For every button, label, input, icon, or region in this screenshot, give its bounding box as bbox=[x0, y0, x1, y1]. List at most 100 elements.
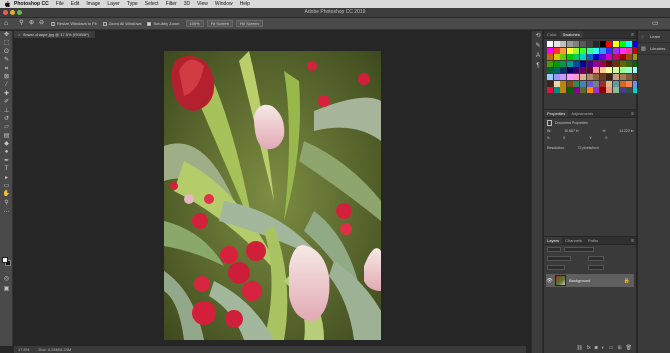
brush-settings-icon[interactable]: ✎ bbox=[532, 41, 544, 51]
hand-tool-icon[interactable]: ✋ bbox=[0, 190, 13, 198]
dock-learn[interactable]: ◌ Learn bbox=[638, 31, 670, 43]
tab-paths[interactable]: Paths bbox=[585, 237, 601, 244]
zoom-all-windows-checkbox[interactable]: Zoom All Windows bbox=[102, 21, 141, 26]
color-swatch[interactable] bbox=[553, 67, 560, 74]
color-swatch[interactable] bbox=[593, 47, 600, 54]
color-swatch[interactable] bbox=[547, 60, 553, 67]
color-swatch[interactable] bbox=[619, 47, 626, 54]
color-swatch[interactable] bbox=[560, 41, 567, 47]
color-swatch[interactable] bbox=[586, 87, 593, 94]
color-swatch[interactable] bbox=[586, 73, 593, 80]
color-swatch[interactable] bbox=[593, 73, 600, 80]
pen-tool-icon[interactable]: ✒ bbox=[0, 157, 13, 165]
crop-tool-icon[interactable]: ⌗ bbox=[0, 65, 13, 73]
color-swatch[interactable] bbox=[619, 80, 626, 87]
eraser-tool-icon[interactable]: ▱ bbox=[0, 123, 13, 131]
apple-icon[interactable] bbox=[4, 1, 10, 7]
menu-type[interactable]: Type bbox=[127, 0, 138, 8]
color-swatch[interactable] bbox=[599, 80, 606, 87]
color-swatch[interactable] bbox=[612, 60, 619, 67]
color-swatch[interactable] bbox=[553, 60, 560, 67]
color-swatch[interactable] bbox=[566, 87, 573, 94]
color-swatch[interactable] bbox=[553, 73, 560, 80]
panel-menu-icon[interactable]: ≡ bbox=[631, 31, 634, 39]
screen-mode-icon[interactable]: ▣ bbox=[0, 285, 13, 293]
y-field[interactable]: Y: 0 bbox=[589, 136, 619, 140]
color-swatch[interactable] bbox=[606, 47, 613, 54]
tab-color[interactable]: Color bbox=[544, 31, 560, 38]
color-swatch[interactable] bbox=[619, 87, 626, 94]
menu-photoshop[interactable]: Photoshop CC bbox=[14, 0, 49, 8]
panel-menu-icon[interactable]: ≡ bbox=[631, 237, 634, 245]
color-swatch[interactable] bbox=[606, 73, 613, 80]
color-swatch[interactable] bbox=[566, 80, 573, 87]
color-swatch[interactable] bbox=[566, 60, 573, 67]
color-swatch[interactable] bbox=[547, 41, 553, 47]
zoom-tool-icon[interactable]: ⚲ bbox=[18, 20, 25, 27]
menu-image[interactable]: Image bbox=[86, 0, 100, 8]
color-swatch[interactable] bbox=[626, 54, 633, 61]
home-icon[interactable]: ⌂ bbox=[4, 20, 12, 28]
color-swatch[interactable] bbox=[612, 54, 619, 61]
color-swatch[interactable] bbox=[586, 54, 593, 61]
color-swatch[interactable] bbox=[612, 87, 619, 94]
adjustment-layer-icon[interactable]: ◐ bbox=[602, 345, 605, 352]
tab-channels[interactable]: Channels bbox=[562, 237, 585, 244]
healing-brush-tool-icon[interactable]: ✚ bbox=[0, 90, 13, 98]
menu-file[interactable]: File bbox=[56, 0, 64, 8]
color-swatch[interactable] bbox=[579, 54, 586, 61]
tab-layers[interactable]: Layers bbox=[544, 237, 563, 244]
color-swatch[interactable] bbox=[619, 73, 626, 80]
menu-help[interactable]: Help bbox=[240, 0, 250, 8]
color-swatch[interactable] bbox=[586, 67, 593, 74]
color-swatch[interactable] bbox=[619, 54, 626, 61]
color-swatch[interactable] bbox=[579, 73, 586, 80]
color-swatch[interactable] bbox=[566, 67, 573, 74]
color-swatch[interactable] bbox=[619, 67, 626, 74]
color-swatch[interactable] bbox=[553, 47, 560, 54]
color-swatch[interactable] bbox=[560, 60, 567, 67]
color-swatch[interactable] bbox=[579, 67, 586, 74]
color-swatch[interactable] bbox=[599, 73, 606, 80]
color-swatch[interactable] bbox=[626, 60, 633, 67]
path-selection-tool-icon[interactable]: ▸ bbox=[0, 174, 13, 182]
color-swatch[interactable] bbox=[560, 47, 567, 54]
layer-style-icon[interactable]: fx bbox=[587, 345, 591, 352]
color-swatch[interactable] bbox=[573, 80, 580, 87]
color-swatch[interactable] bbox=[599, 47, 606, 54]
color-swatch[interactable] bbox=[579, 47, 586, 54]
color-swatch[interactable] bbox=[579, 80, 586, 87]
marquee-tool-icon[interactable]: ⬚ bbox=[0, 39, 13, 47]
close-icon[interactable]: × bbox=[18, 32, 20, 37]
color-swatch[interactable] bbox=[606, 80, 613, 87]
opacity-field[interactable] bbox=[588, 256, 604, 261]
rectangle-tool-icon[interactable]: ▭ bbox=[0, 182, 13, 190]
color-swatch[interactable] bbox=[606, 41, 613, 47]
color-swatch[interactable] bbox=[579, 60, 586, 67]
menu-window[interactable]: Window bbox=[215, 0, 233, 8]
color-swatch[interactable] bbox=[593, 54, 600, 61]
lasso-tool-icon[interactable]: ʘ bbox=[0, 48, 13, 56]
layer-filter-kind[interactable] bbox=[547, 247, 561, 252]
scrubby-zoom-checkbox[interactable]: Scrubby Zoom bbox=[147, 21, 180, 26]
width-field[interactable]: W: 10.667 in bbox=[547, 129, 591, 133]
color-swatch[interactable] bbox=[573, 67, 580, 74]
color-swatch[interactable] bbox=[612, 73, 619, 80]
color-swatch[interactable] bbox=[626, 67, 633, 74]
color-swatch[interactable] bbox=[612, 67, 619, 74]
color-swatch[interactable] bbox=[606, 87, 613, 94]
zoom-in-icon[interactable]: ⊕ bbox=[28, 20, 35, 27]
color-swatch[interactable] bbox=[547, 47, 553, 54]
tab-properties[interactable]: Properties bbox=[544, 110, 569, 117]
color-swatch[interactable] bbox=[593, 41, 600, 47]
color-swatch[interactable] bbox=[599, 87, 606, 94]
menu-filter[interactable]: Filter bbox=[166, 0, 177, 8]
panel-menu-icon[interactable]: ≡ bbox=[631, 110, 634, 118]
fill-screen-button[interactable]: Fill Screen bbox=[235, 20, 263, 27]
color-swatch[interactable] bbox=[573, 87, 580, 94]
x-field[interactable]: X: 0 bbox=[547, 136, 577, 140]
color-swatch[interactable] bbox=[599, 60, 606, 67]
clone-stamp-tool-icon[interactable]: ⊥ bbox=[0, 107, 13, 115]
color-swatch[interactable] bbox=[560, 73, 567, 80]
color-swatch[interactable] bbox=[626, 87, 633, 94]
